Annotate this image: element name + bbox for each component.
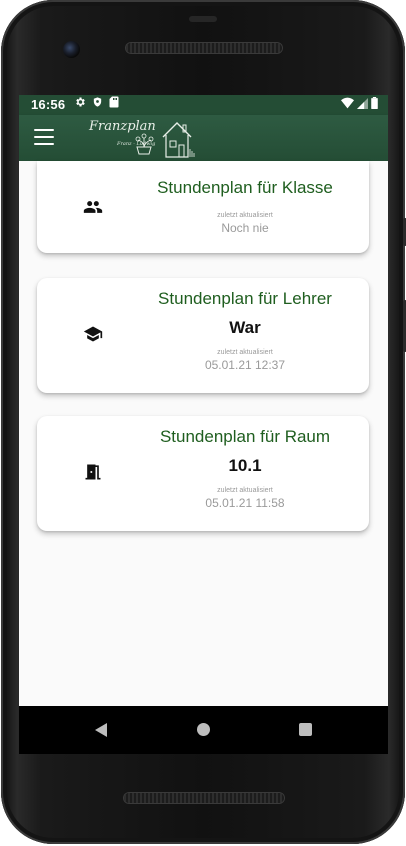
front-camera: [63, 41, 80, 58]
updated-label: zuletzt aktualisiert: [217, 212, 273, 219]
recent-apps-button[interactable]: [299, 723, 312, 736]
card-title: Stundenplan für Lehrer: [158, 289, 332, 308]
logo-text: Franzplan: [89, 119, 156, 134]
updated-value: 05.01.21 11:58: [205, 496, 285, 510]
shield-icon: [92, 96, 103, 111]
status-bar: 16:56: [19, 95, 388, 115]
earpiece-speaker: [126, 43, 282, 53]
battery-icon: [371, 97, 378, 112]
home-button[interactable]: [197, 723, 210, 736]
screen: 16:56 Franzplan Franz · Ludwig Stundenpl…: [19, 95, 388, 754]
group-icon: [83, 197, 103, 217]
flower-pot-icon: [135, 133, 154, 155]
bottom-speaker: [124, 793, 284, 803]
phone-frame: 16:56 Franzplan Franz · Ludwig Stundenpl…: [1, 0, 406, 844]
graduation-cap-icon: [83, 324, 103, 344]
navigation-bar: [19, 706, 388, 754]
card-value: 10.1: [228, 456, 262, 475]
top-slit: [189, 16, 217, 22]
app-logo: Franzplan Franz · Ludwig: [85, 117, 205, 159]
updated-label: zuletzt aktualisiert: [217, 487, 273, 494]
menu-button[interactable]: [34, 129, 54, 147]
card-klasse[interactable]: Stundenplan für Klasse zuletzt aktualisi…: [37, 161, 369, 253]
status-time: 16:56: [31, 97, 66, 112]
wifi-icon: [341, 97, 354, 112]
content-area: Stundenplan für Klasse zuletzt aktualisi…: [19, 161, 388, 706]
door-open-icon: [83, 462, 103, 482]
card-value: War: [229, 318, 261, 337]
house-icon: [162, 122, 195, 158]
back-button[interactable]: [95, 723, 107, 737]
card-raum[interactable]: Stundenplan für Raum 10.1 zuletzt aktual…: [37, 416, 369, 531]
updated-value: 05.01.21 12:37: [204, 358, 286, 372]
menu-icon: [34, 129, 54, 131]
updated-label: zuletzt aktualisiert: [217, 349, 273, 356]
card-title: Stundenplan für Klasse: [157, 178, 333, 197]
settings-icon: [74, 96, 86, 111]
signal-icon: [357, 97, 368, 112]
sd-card-icon: [109, 96, 119, 111]
app-bar: Franzplan Franz · Ludwig: [19, 115, 388, 161]
card-title: Stundenplan für Raum: [159, 427, 331, 446]
updated-value: Noch nie: [221, 221, 269, 235]
card-lehrer[interactable]: Stundenplan für Lehrer War zuletzt aktua…: [37, 278, 369, 393]
